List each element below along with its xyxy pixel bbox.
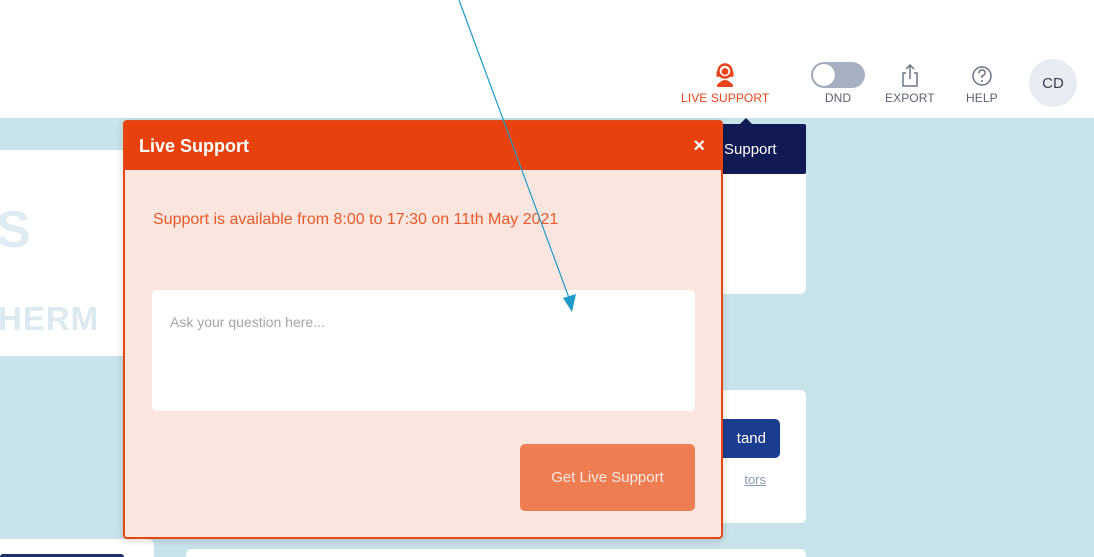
share-export-icon (899, 62, 921, 88)
dnd-toggle-wrap (811, 62, 865, 88)
question-input[interactable] (152, 290, 695, 411)
export-label: EXPORT (885, 91, 935, 105)
get-live-support-button[interactable]: Get Live Support (520, 444, 695, 511)
dnd-toggle[interactable]: DND (811, 62, 865, 105)
support-tooltip: Support (720, 118, 806, 174)
top-bar: LIVE SUPPORT DND EXPORT HELP CD (0, 0, 1094, 118)
toggle-switch[interactable] (811, 62, 865, 88)
live-support-button[interactable]: LIVE SUPPORT (681, 62, 769, 105)
availability-message: Support is available from 8:00 to 17:30 … (153, 211, 559, 228)
headset-icon (714, 62, 736, 88)
avatar[interactable]: CD (1029, 59, 1077, 107)
help-label: HELP (966, 91, 998, 105)
question-circle-icon (971, 62, 993, 88)
logo-letter: S (0, 201, 31, 259)
dnd-label: DND (824, 91, 852, 105)
toggle-knob (812, 63, 836, 87)
live-support-popup: Live Support × Support is available from… (123, 120, 723, 539)
close-icon[interactable]: × (693, 136, 705, 156)
page: S HERM Support tand tors LIVE SUPPORT DN… (0, 0, 1094, 557)
logo-text: HERM (0, 300, 100, 337)
live-support-label: LIVE SUPPORT (681, 91, 770, 105)
help-button[interactable]: HELP (966, 62, 998, 105)
export-button[interactable]: EXPORT (885, 62, 935, 105)
info-card-bottom (186, 549, 806, 557)
popup-header: Live Support × (125, 122, 721, 170)
popup-title: Live Support (139, 135, 250, 156)
